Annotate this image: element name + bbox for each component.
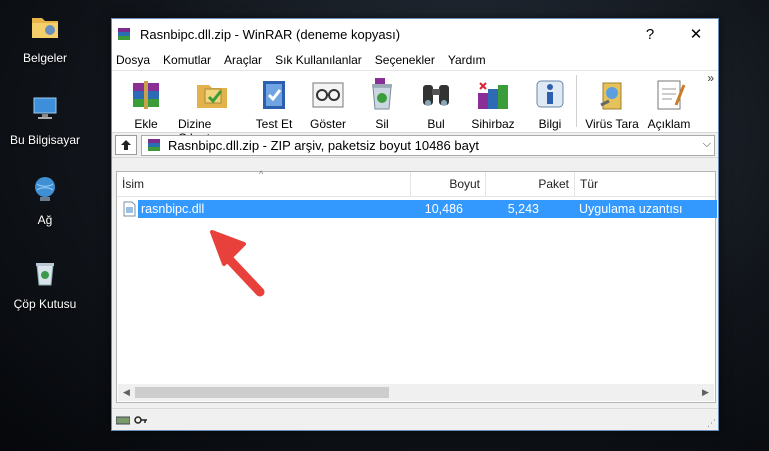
chevron-down-icon[interactable]: ⌵ bbox=[703, 138, 711, 151]
desktop-icon-recycle-bin[interactable]: Çöp Kutusu bbox=[0, 256, 90, 311]
tool-label: Açıklam bbox=[647, 117, 691, 131]
test-books-icon bbox=[263, 81, 285, 109]
toolbar: Ekle Dizine Çıkart Test Et bbox=[112, 71, 718, 145]
toolbar-separator bbox=[576, 75, 577, 127]
title-bar[interactable]: Rasnbipc.dll.zip - WinRAR (deneme kopyas… bbox=[112, 19, 718, 49]
tool-label: Test Et bbox=[255, 117, 293, 131]
sort-arrow-icon: ^ bbox=[259, 169, 264, 179]
wizard-button[interactable]: Sihirbaz bbox=[468, 75, 518, 131]
drive-icon bbox=[116, 416, 130, 425]
key-lock-icon bbox=[134, 416, 147, 424]
cell-size: 10,486 bbox=[424, 202, 463, 216]
list-header: İsim Boyut Paket Tür ^ bbox=[117, 169, 715, 197]
tool-label: Ekle bbox=[134, 117, 158, 131]
address-dropdown[interactable]: Rasnbipc.dll.zip - ZIP arşiv, paketsiz b… bbox=[141, 134, 715, 156]
add-button[interactable]: Ekle bbox=[124, 75, 168, 131]
desktop-icon-label: Belgeler bbox=[22, 51, 68, 65]
toolbar-overflow-chevron[interactable]: » bbox=[707, 71, 714, 85]
menu-file[interactable]: Dosya bbox=[116, 53, 150, 67]
find-button[interactable]: Bul bbox=[414, 75, 458, 131]
tool-label: Göster bbox=[309, 117, 346, 131]
menu-options[interactable]: Seçenekler bbox=[375, 53, 435, 67]
address-text: Rasnbipc.dll.zip - ZIP arşiv, paketsiz b… bbox=[168, 137, 479, 153]
cell-name: rasnbipc.dll bbox=[141, 202, 205, 216]
extract-folder-icon bbox=[197, 85, 227, 108]
column-size[interactable]: Boyut bbox=[411, 172, 486, 197]
desktop-icon-network[interactable]: Ağ bbox=[0, 172, 90, 227]
delete-button[interactable]: Sil bbox=[360, 75, 404, 131]
menu-favorites[interactable]: Sık Kullanılanlar bbox=[275, 53, 362, 67]
wizard-books-icon bbox=[478, 82, 508, 109]
address-bar: Rasnbipc.dll.zip - ZIP arşiv, paketsiz b… bbox=[112, 132, 718, 158]
column-name[interactable]: İsim bbox=[117, 172, 411, 197]
menu-tools[interactable]: Araçlar bbox=[224, 53, 262, 67]
column-packed[interactable]: Paket bbox=[486, 172, 575, 197]
table-row[interactable]: rasnbipc.dll 10,486 5,243 Uygulama uzant… bbox=[121, 200, 717, 218]
menu-help[interactable]: Yardım bbox=[448, 53, 486, 67]
tool-label: Sil bbox=[375, 117, 389, 131]
recycle-bin-icon bbox=[36, 263, 54, 286]
virus-scan-icon bbox=[600, 82, 622, 110]
test-button[interactable]: Test Et bbox=[252, 75, 296, 131]
scrollbar-thumb[interactable] bbox=[135, 387, 389, 398]
cell-packed: 5,243 bbox=[507, 202, 539, 216]
computer-icon bbox=[33, 97, 57, 119]
comment-button[interactable]: Açıklam bbox=[647, 75, 691, 131]
zip-archive-icon bbox=[148, 139, 160, 151]
desktop-icon-label: Çöp Kutusu bbox=[13, 297, 77, 311]
folder-icon bbox=[32, 18, 58, 38]
menu-bar: Dosya Komutlar Araçlar Sık Kullanılanlar… bbox=[112, 49, 718, 71]
horizontal-scrollbar[interactable]: ◀ ▶ bbox=[118, 384, 714, 401]
close-button[interactable]: ✕ bbox=[674, 19, 718, 49]
info-button[interactable]: Bilgi bbox=[528, 75, 572, 131]
column-type[interactable]: Tür bbox=[575, 172, 715, 197]
winrar-app-icon bbox=[118, 28, 130, 40]
archive-books-icon bbox=[133, 81, 159, 109]
resize-grip-icon[interactable]: ⋰ bbox=[707, 418, 716, 429]
dll-file-icon bbox=[123, 201, 136, 217]
info-icon bbox=[536, 80, 564, 108]
desktop-icon-this-pc[interactable]: Bu Bilgisayar bbox=[0, 92, 90, 147]
desktop-icon-label: Bu Bilgisayar bbox=[9, 133, 81, 147]
tool-label: Bilgi bbox=[538, 117, 562, 131]
scroll-right-icon[interactable]: ▶ bbox=[697, 384, 714, 401]
network-globe-icon bbox=[35, 177, 55, 201]
up-folder-button[interactable] bbox=[115, 135, 137, 155]
eyeglasses-book-icon bbox=[312, 82, 344, 108]
menu-commands[interactable]: Komutlar bbox=[163, 53, 211, 67]
tool-label: Bul bbox=[427, 117, 445, 131]
window-title: Rasnbipc.dll.zip - WinRAR (deneme kopyas… bbox=[140, 26, 401, 42]
up-arrow-icon bbox=[121, 140, 131, 150]
view-button[interactable]: Göster bbox=[306, 75, 350, 131]
binoculars-icon bbox=[423, 85, 449, 106]
recycle-delete-icon bbox=[372, 78, 392, 110]
desktop-icon-documents[interactable]: Belgeler bbox=[0, 10, 90, 65]
comment-pen-icon bbox=[657, 80, 686, 110]
cell-type: Uygulama uzantısı bbox=[579, 202, 683, 216]
tool-label: Virüs Tara bbox=[585, 117, 639, 131]
tool-label: Sihirbaz bbox=[471, 117, 515, 131]
help-button[interactable]: ? bbox=[628, 19, 672, 49]
virus-scan-button[interactable]: Virüs Tara bbox=[583, 75, 641, 131]
red-pointer-arrow-icon bbox=[210, 230, 265, 297]
scroll-left-icon[interactable]: ◀ bbox=[118, 384, 135, 401]
desktop-icon-label: Ağ bbox=[37, 213, 53, 227]
status-bar: ⋰ bbox=[112, 408, 718, 430]
